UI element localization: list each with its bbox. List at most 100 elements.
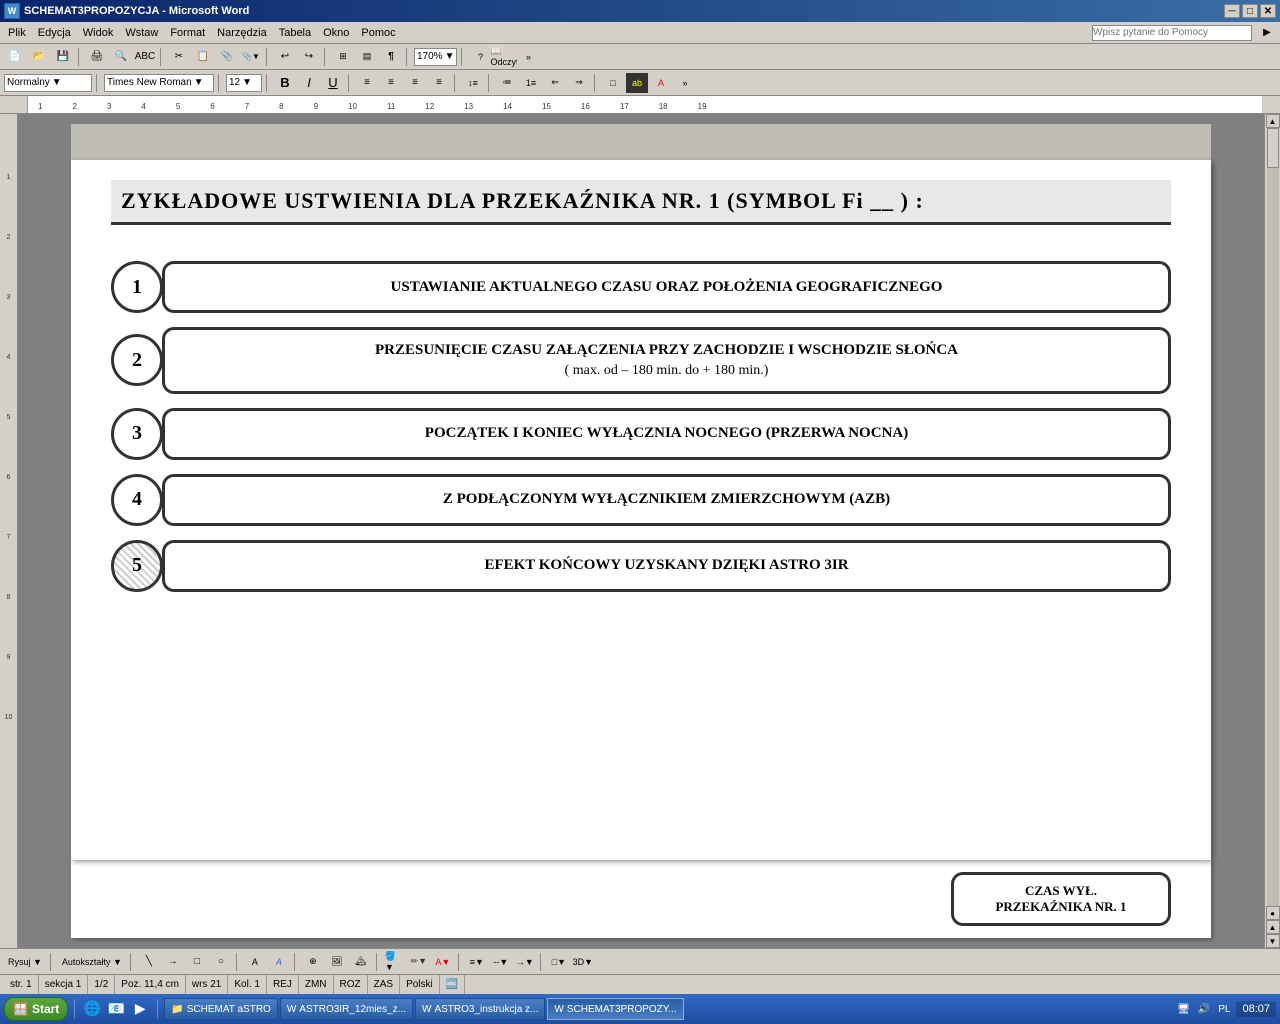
outlook-quicklaunch[interactable]: 📧 (105, 999, 127, 1019)
start-button[interactable]: 🪟 Start (4, 997, 68, 1021)
bold-button[interactable]: B (274, 73, 296, 93)
taskbar-app-schemat3[interactable]: W SCHEMAT3PROPOZY... (547, 998, 683, 1020)
paste-button[interactable]: 📎 (216, 47, 238, 67)
line-spacing-button[interactable]: ↕≡ (462, 73, 484, 93)
prev-page-button[interactable]: ▲ (1266, 920, 1280, 934)
next-page-button[interactable]: ▼ (1266, 934, 1280, 948)
help-search-button[interactable]: ▶ (1256, 23, 1278, 43)
cut-button[interactable]: ✂ (168, 47, 190, 67)
fmt-more[interactable]: » (674, 73, 696, 93)
oval-tool[interactable]: ○ (210, 952, 232, 972)
bullets-button[interactable]: ≔ (496, 73, 518, 93)
tray-volume-icon[interactable]: 🔊 (1196, 1004, 1212, 1015)
italic-button[interactable]: I (298, 73, 320, 93)
print-button[interactable]: 🖨 (86, 47, 108, 67)
print-preview-button[interactable]: 🔍 (110, 47, 132, 67)
align-left-button[interactable]: ≡ (356, 73, 378, 93)
draw-sep-2 (130, 953, 134, 971)
toolbar-separator-3 (266, 48, 270, 66)
menu-widok[interactable]: Widok (77, 25, 120, 41)
line-tool[interactable]: ╲ (138, 952, 160, 972)
arrow-style-button[interactable]: →▼ (514, 952, 536, 972)
draw-sep-3 (236, 953, 240, 971)
close-button[interactable]: ✕ (1260, 4, 1276, 18)
paste-special-button[interactable]: 📎▼ (240, 47, 262, 67)
fill-color-button[interactable]: 🪣▼ (384, 952, 406, 972)
maximize-button[interactable]: □ (1242, 4, 1258, 18)
font-dropdown[interactable]: Times New Roman ▼ (104, 74, 214, 92)
menu-wstaw[interactable]: Wstaw (119, 25, 164, 41)
font-color-button[interactable]: A (650, 73, 672, 93)
open-button[interactable]: 📂 (28, 47, 50, 67)
partial-box: CZAS WYŁ. PRZEKAŹNIKA NR. 1 (951, 872, 1171, 926)
status-rej[interactable]: REJ (267, 975, 299, 994)
draw-button[interactable]: Rysuj ▼ (4, 952, 46, 972)
menu-narzedzia[interactable]: Narzędzia (211, 25, 273, 41)
new-button[interactable]: 📄 (4, 47, 26, 67)
diagram-tool[interactable]: ⊕ (302, 952, 324, 972)
zoom-dropdown[interactable]: 170% ▼ (414, 48, 457, 66)
status-zas[interactable]: ZAS (368, 975, 400, 994)
menu-edycja[interactable]: Edycja (32, 25, 77, 41)
menu-format[interactable]: Format (164, 25, 211, 41)
arrow-tool[interactable]: → (162, 952, 184, 972)
shadow-button[interactable]: □▼ (548, 952, 570, 972)
taskbar-app-astro12[interactable]: W ASTRO3IR_12mies_z... (280, 998, 413, 1020)
toolbar-more[interactable]: » (517, 47, 539, 67)
copy-button[interactable]: 📋 (192, 47, 214, 67)
taskbar-separator-2 (157, 999, 158, 1019)
increase-indent-button[interactable]: ⇒ (568, 73, 590, 93)
spelling-button[interactable]: ABC (134, 47, 156, 67)
menu-pomoc[interactable]: Pomoc (355, 25, 401, 41)
align-right-button[interactable]: ≡ (404, 73, 426, 93)
help-button[interactable]: ? (469, 47, 491, 67)
wordart-tool[interactable]: A (268, 952, 290, 972)
draw-sep-1 (50, 953, 54, 971)
status-roz[interactable]: ROZ (334, 975, 368, 994)
taskbar-app-astro3[interactable]: W ASTRO3_instrukcja z... (415, 998, 545, 1020)
redo-button[interactable]: ↪ (298, 47, 320, 67)
undo-button[interactable]: ↩ (274, 47, 296, 67)
justify-button[interactable]: ≡ (428, 73, 450, 93)
decrease-indent-button[interactable]: ⇐ (544, 73, 566, 93)
rectangle-tool[interactable]: □ (186, 952, 208, 972)
minimize-button[interactable]: ─ (1224, 4, 1240, 18)
save-button[interactable]: 💾 (52, 47, 74, 67)
dash-style-button[interactable]: --▼ (490, 952, 512, 972)
highlight-button[interactable]: ab (626, 73, 648, 93)
line-style-button[interactable]: ≡▼ (466, 952, 488, 972)
fmt-sep-5 (454, 74, 458, 92)
help-search-input[interactable] (1092, 25, 1252, 41)
scroll-thumb[interactable] (1267, 128, 1279, 168)
table-button[interactable]: ⊞ (332, 47, 354, 67)
menu-plik[interactable]: Plik (2, 25, 32, 41)
show-hide-button[interactable]: ¶ (380, 47, 402, 67)
taskbar-app-schemat[interactable]: 📁 SCHEMAT aSTRO (164, 998, 278, 1020)
autoshapes-button[interactable]: Autokształty ▼ (58, 952, 126, 972)
scroll-up-button[interactable]: ▲ (1266, 114, 1280, 128)
select-browse-object-button[interactable]: ● (1266, 906, 1280, 920)
align-center-button[interactable]: ≡ (380, 73, 402, 93)
scroll-track[interactable] (1267, 128, 1279, 906)
columns-button[interactable]: ▤ (356, 47, 378, 67)
picture-tool[interactable]: 🏔 (350, 952, 372, 972)
numbering-button[interactable]: 1≡ (520, 73, 542, 93)
item-number-4: 4 (111, 474, 163, 526)
menu-tabela[interactable]: Tabela (273, 25, 317, 41)
mediaplayer-quicklaunch[interactable]: ▶ (129, 999, 151, 1019)
line-color-button[interactable]: ✏▼ (408, 952, 430, 972)
clipart-tool[interactable]: 🖼 (326, 952, 348, 972)
textbox-tool[interactable]: A (244, 952, 266, 972)
ie-quicklaunch[interactable]: 🌐 (81, 999, 103, 1019)
3d-button[interactable]: 3D▼ (572, 952, 594, 972)
status-zmn[interactable]: ZMN (299, 975, 334, 994)
underline-button[interactable]: U (322, 73, 344, 93)
menu-okno[interactable]: Okno (317, 25, 355, 41)
size-dropdown[interactable]: 12 ▼ (226, 74, 262, 92)
font-color-draw-button[interactable]: A▼ (432, 952, 454, 972)
toolbar-separator-5 (406, 48, 410, 66)
style-dropdown[interactable]: Normalny ▼ (4, 74, 92, 92)
read-mode-button[interactable]: 📖Odczyt (493, 47, 515, 67)
border-button[interactable]: □ (602, 73, 624, 93)
tray-lang[interactable]: PL (1216, 1004, 1232, 1015)
